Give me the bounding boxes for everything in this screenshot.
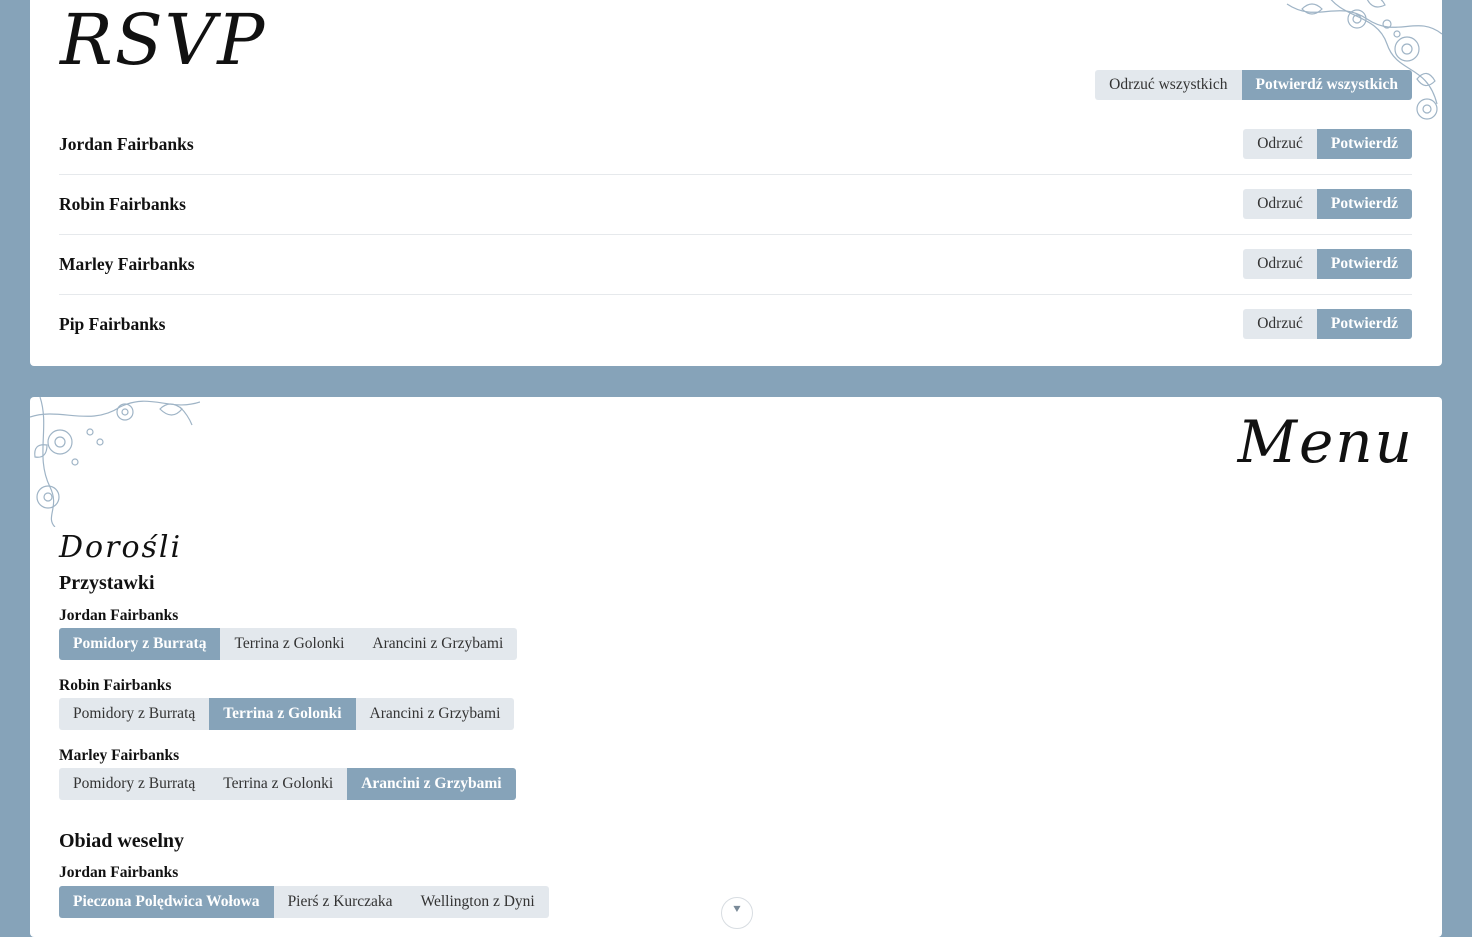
- option-button[interactable]: Wellington z Dyni: [406, 886, 549, 918]
- guest-row: Robin Fairbanks Odrzuć Potwierdź: [59, 174, 1412, 235]
- menu-title: Menu: [1237, 408, 1414, 476]
- option-button[interactable]: Pieczona Polędwica Wołowa: [59, 886, 274, 918]
- reject-all-button[interactable]: Odrzuć wszystkich: [1095, 70, 1242, 100]
- chevron-down-icon[interactable]: ⯆: [721, 897, 753, 929]
- bulk-rsvp-toggle: Odrzuć wszystkich Potwierdź wszystkich: [1095, 70, 1412, 100]
- option-button[interactable]: Pomidory z Burratą: [59, 768, 210, 800]
- floral-corner-top-left: [30, 397, 200, 527]
- guest-name: Marley Fairbanks: [59, 747, 180, 764]
- guest-name: Marley Fairbanks: [59, 254, 195, 274]
- reject-button[interactable]: Odrzuć: [1243, 309, 1317, 339]
- rsvp-toggle: Odrzuć Potwierdź: [1243, 249, 1412, 279]
- rsvp-toggle: Odrzuć Potwierdź: [1243, 129, 1412, 159]
- menu-card: Menu Dorośli Przystawki Jordan Fairbanks…: [30, 397, 1442, 937]
- option-button[interactable]: Terrina z Golonki: [209, 768, 348, 800]
- guest-row: Jordan Fairbanks Odrzuć Potwierdź: [59, 114, 1412, 175]
- guest-name: Robin Fairbanks: [59, 194, 186, 214]
- main-course-heading: Obiad weselny: [59, 830, 185, 852]
- guest-name: Jordan Fairbanks: [59, 134, 194, 154]
- confirm-button[interactable]: Potwierdź: [1316, 189, 1412, 219]
- guest-name: Robin Fairbanks: [59, 677, 172, 694]
- confirm-all-button[interactable]: Potwierdź wszystkich: [1241, 70, 1412, 100]
- guest-row: Marley Fairbanks Odrzuć Potwierdź: [59, 234, 1412, 295]
- option-button[interactable]: Arancini z Grzybami: [347, 768, 516, 800]
- option-button[interactable]: Pomidory z Burratą: [59, 698, 210, 730]
- option-button[interactable]: Pomidory z Burratą: [59, 628, 221, 660]
- rsvp-title: RSVP: [60, 0, 267, 81]
- starter-selector: Pomidory z Burratą Terrina z Golonki Ara…: [59, 768, 516, 800]
- adults-section-title: Dorośli: [59, 530, 183, 565]
- starter-selector: Pomidory z Burratą Terrina z Golonki Ara…: [59, 628, 518, 660]
- main-course-selector: Pieczona Polędwica Wołowa Pierś z Kurcza…: [59, 886, 549, 918]
- confirm-button[interactable]: Potwierdź: [1316, 309, 1412, 339]
- guest-name: Pip Fairbanks: [59, 314, 166, 334]
- floral-corner-top-right: [1286, 0, 1442, 120]
- confirm-button[interactable]: Potwierdź: [1316, 129, 1412, 159]
- guest-row: Pip Fairbanks Odrzuć Potwierdź: [59, 294, 1412, 354]
- rsvp-card: RSVP Odrzuć wszystkich Potwierdź wszystk…: [30, 0, 1442, 366]
- starters-heading: Przystawki: [59, 572, 155, 594]
- option-button[interactable]: Pierś z Kurczaka: [273, 886, 407, 918]
- confirm-button[interactable]: Potwierdź: [1316, 249, 1412, 279]
- guest-name: Jordan Fairbanks: [59, 607, 179, 624]
- option-button[interactable]: Arancini z Grzybami: [355, 698, 515, 730]
- option-button[interactable]: Terrina z Golonki: [209, 698, 356, 730]
- option-button[interactable]: Terrina z Golonki: [220, 628, 359, 660]
- reject-button[interactable]: Odrzuć: [1243, 249, 1317, 279]
- starter-selector: Pomidory z Burratą Terrina z Golonki Ara…: [59, 698, 515, 730]
- rsvp-toggle: Odrzuć Potwierdź: [1243, 309, 1412, 339]
- option-button[interactable]: Arancini z Grzybami: [358, 628, 518, 660]
- rsvp-toggle: Odrzuć Potwierdź: [1243, 189, 1412, 219]
- reject-button[interactable]: Odrzuć: [1243, 129, 1317, 159]
- reject-button[interactable]: Odrzuć: [1243, 189, 1317, 219]
- guest-name: Jordan Fairbanks: [59, 864, 179, 881]
